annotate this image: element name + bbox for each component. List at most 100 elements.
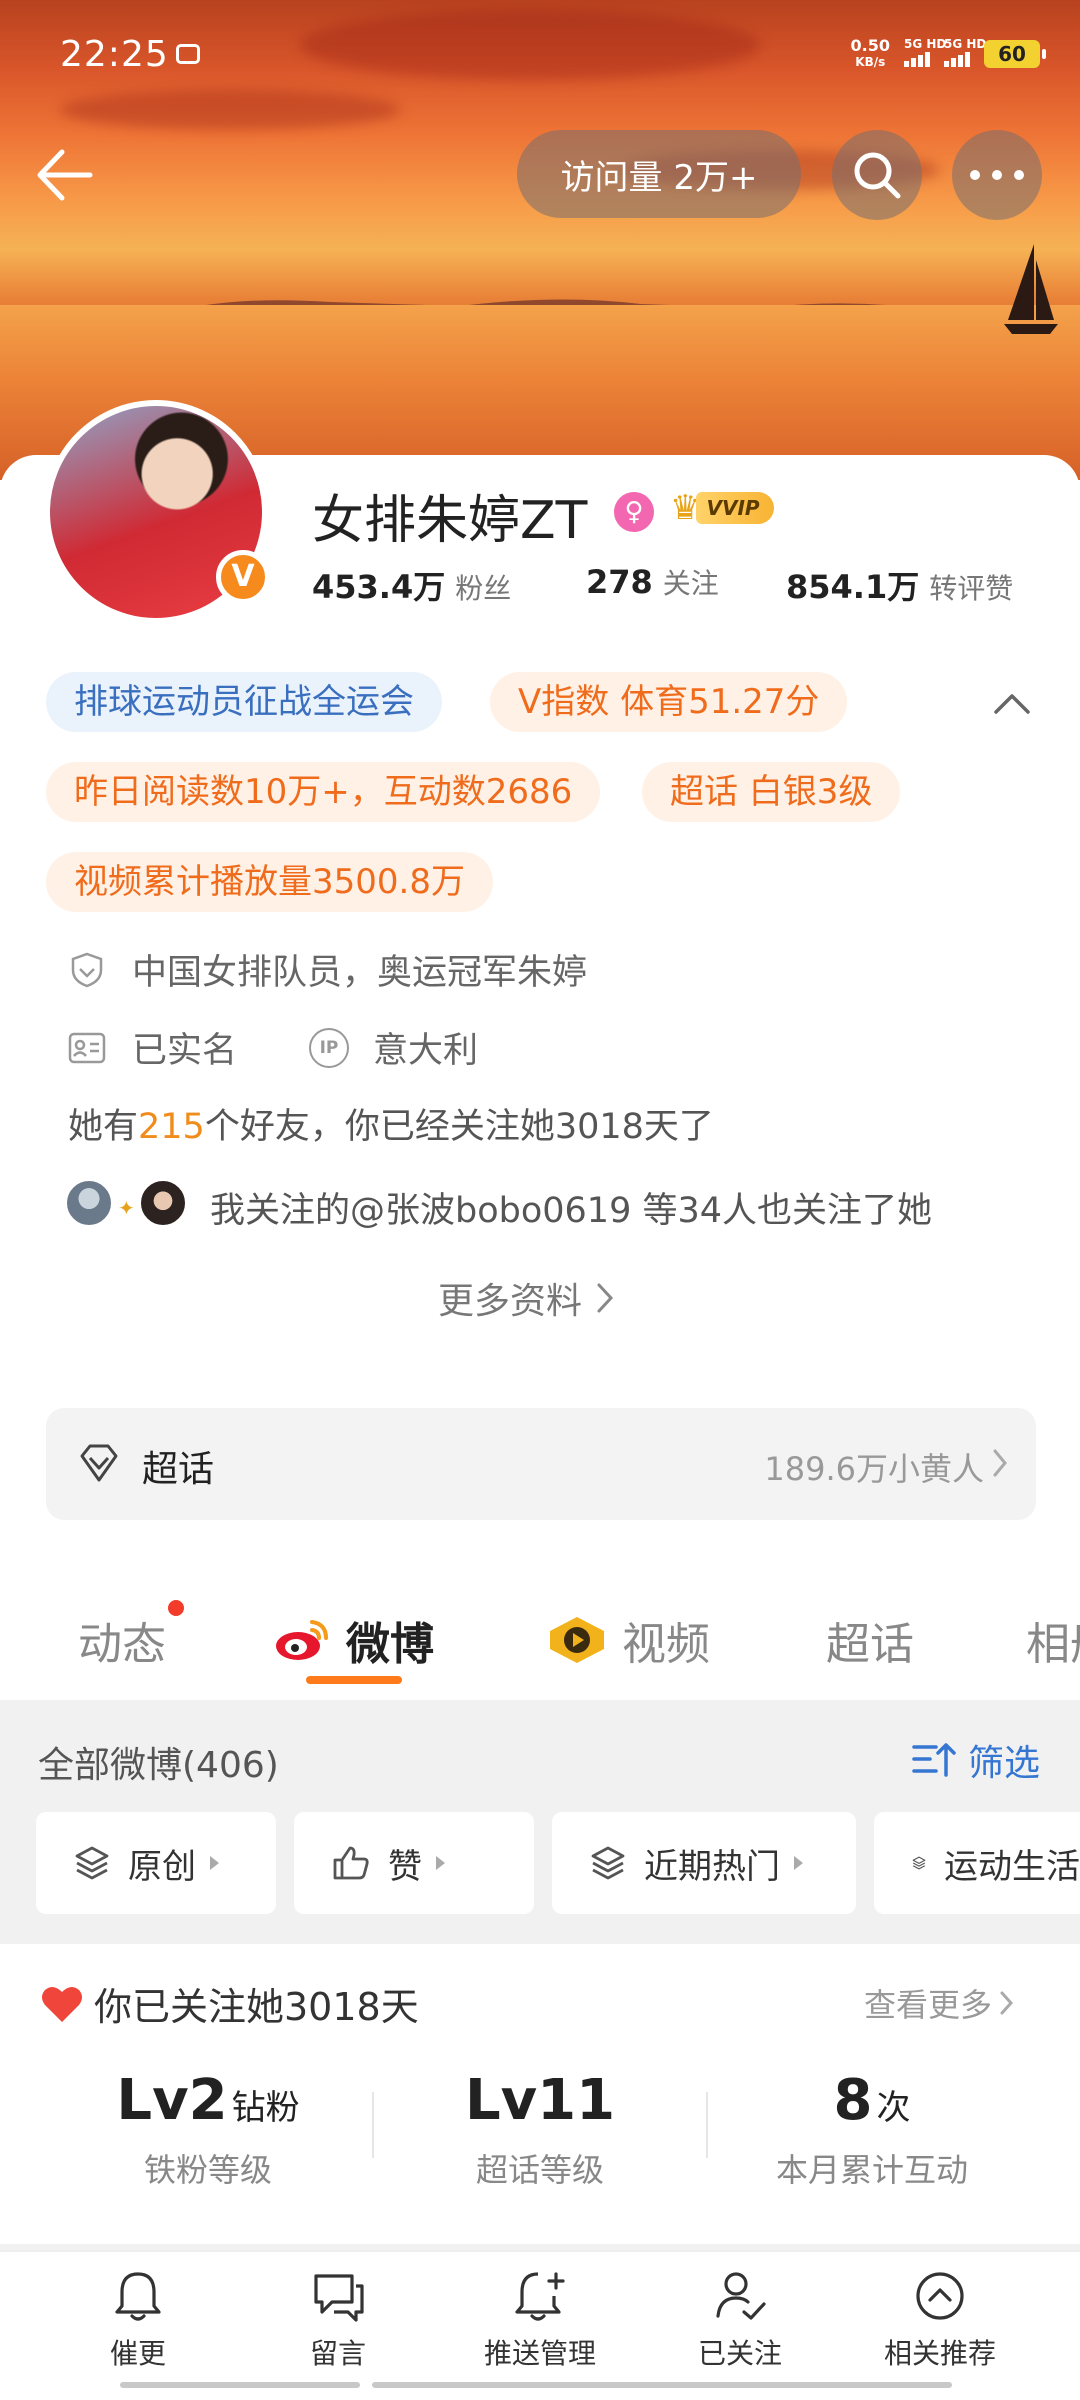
weibo-logo-icon	[276, 1620, 328, 1660]
chevron-right-icon	[597, 1283, 614, 1313]
signal-icon: 5G HD	[904, 37, 946, 67]
ip-icon: IP	[309, 1027, 350, 1068]
chip-hot[interactable]: 近期热门	[552, 1812, 856, 1914]
see-more-label: 查看更多	[864, 1986, 993, 2024]
status-indicators: 0.50 KB/s 5G HD 5G HD 60	[850, 36, 1046, 70]
followed-button[interactable]: 已关注	[660, 2268, 820, 2372]
net-speed-unit: KB/s	[855, 55, 886, 69]
tab-dynamic[interactable]: 动态	[78, 1608, 166, 1672]
tag-reads[interactable]: 昨日阅读数10万+，互动数2686	[46, 762, 601, 822]
chip-sports-life-label: 运动生活	[944, 1846, 1080, 1887]
net-speed-value: 0.50	[850, 36, 890, 55]
more-button[interactable]	[952, 130, 1042, 220]
visits-button[interactable]: 访问量 2万+	[517, 130, 801, 218]
likes-stat[interactable]: 854.1万 转评赞	[786, 562, 1013, 608]
iron-fan-label: 铁粉等级	[143, 2151, 272, 2189]
mutual-avatar	[138, 1178, 188, 1228]
message-button[interactable]: 留言	[258, 2268, 418, 2372]
caret-right-icon	[436, 1856, 445, 1870]
push-settings-button[interactable]: 推送管理	[460, 2268, 620, 2372]
chip-original[interactable]: 原创	[36, 1812, 276, 1914]
tab-video[interactable]: 视频	[546, 1608, 710, 1672]
follow-days-title: 你已关注她3018天	[40, 1976, 419, 2031]
recommend-label: 相关推荐	[883, 2337, 996, 2370]
tab-chaohua[interactable]: 超话	[826, 1608, 914, 1672]
diamond-icon	[80, 1444, 118, 1482]
fans-stat[interactable]: 453.4万 粉丝	[312, 562, 511, 608]
divider	[372, 2092, 374, 2158]
search-button[interactable]	[832, 130, 922, 220]
signal-icon: 5G HD	[944, 37, 986, 67]
vvip-label: VVIP	[696, 492, 774, 524]
bell-icon	[115, 2272, 161, 2321]
chaohua-level[interactable]: Lv11 超话等级	[390, 2068, 690, 2191]
layers-icon	[912, 1856, 926, 1870]
followed-label: 已关注	[697, 2337, 782, 2370]
sim1-label: 5G HD	[904, 37, 947, 51]
tab-related[interactable]: 相册	[1026, 1608, 1080, 1668]
chaohua-entry[interactable]: 超话 189.6万小黄人	[46, 1408, 1036, 1520]
tab-weibo[interactable]: 微博	[272, 1608, 434, 1672]
likes-label: 转评赞	[929, 572, 1014, 605]
recommend-button[interactable]: 相关推荐	[860, 2268, 1020, 2372]
see-more-link[interactable]: 查看更多	[864, 1980, 1014, 2026]
back-arrow-icon[interactable]	[30, 140, 110, 210]
caret-right-icon	[210, 1856, 219, 1870]
sim2-label: 5G HD	[944, 37, 987, 51]
bio-text: 中国女排队员，奥运冠军朱婷	[132, 953, 588, 993]
following-value: 278	[586, 563, 653, 601]
filter-button[interactable]: 筛选	[912, 1734, 1040, 1786]
tag-v-index[interactable]: V指数 体育51.27分	[490, 672, 848, 732]
chip-sports-life[interactable]: 运动生活	[874, 1812, 1080, 1914]
chevron-right-icon	[1000, 1991, 1014, 2015]
tag-video-plays[interactable]: 视频累计播放量3500.8万	[46, 852, 493, 912]
more-info-link[interactable]: 更多资料	[438, 1272, 614, 1324]
chaohua-level-value: Lv11	[464, 2068, 616, 2133]
follow-days-label: 你已关注她3018天	[94, 1985, 419, 2029]
chevron-up-icon[interactable]	[990, 688, 1034, 718]
tab-video-label: 视频	[622, 1619, 710, 1670]
bell-plus-icon	[515, 2272, 565, 2321]
sailboat-icon	[1004, 244, 1058, 334]
search-icon	[854, 152, 901, 199]
status-time: 22:25	[60, 34, 169, 75]
monthly-interactions[interactable]: 8次 本月累计互动	[722, 2068, 1022, 2191]
chaohua-level-label: 超话等级	[475, 2151, 604, 2189]
more-dots-icon	[970, 170, 1024, 180]
user-check-icon	[716, 2272, 766, 2320]
home-indicator	[120, 2382, 360, 2388]
chip-likes[interactable]: 赞	[294, 1812, 534, 1914]
verified-badge: V	[216, 550, 270, 604]
iron-fan-unit: 钻粉	[231, 2088, 300, 2128]
fans-label: 粉丝	[455, 572, 512, 605]
realname-line: 已实名 IP 意大利	[68, 1022, 478, 1073]
chat-bubble-icon	[314, 2274, 364, 2322]
following-label: 关注	[662, 567, 719, 600]
friends-line[interactable]: 她有215个好友，你已经关注她3018天了	[68, 1098, 714, 1149]
vvip-badge[interactable]: ♛ VVIP	[670, 488, 774, 528]
likes-value: 854.1万	[786, 568, 920, 606]
chaohua-count: 189.6万小黄人	[764, 1450, 984, 1488]
username: 女排朱婷ZT	[312, 491, 588, 551]
mutual-avatar	[64, 1178, 114, 1228]
status-bar: 22:25 0.50 KB/s 5G HD 5G HD 60	[0, 0, 1080, 110]
feed-count: 全部微博(406)	[38, 1745, 279, 1786]
iron-fan-level[interactable]: Lv2 钻粉 铁粉等级	[58, 2068, 358, 2191]
layers-icon	[75, 1846, 109, 1880]
star-icon: ✦	[118, 1196, 135, 1220]
notification-dot	[168, 1600, 184, 1616]
remind-label: 催更	[109, 2337, 166, 2370]
filter-label: 筛选	[968, 1743, 1041, 1784]
chip-original-label: 原创	[128, 1846, 196, 1887]
tag-chaohua-level[interactable]: 超话 白银3级	[642, 762, 901, 822]
mutual-follow-text[interactable]: 我关注的@张波bobo0619 等34人也关注了她	[210, 1182, 932, 1233]
chip-likes-label: 赞	[388, 1846, 422, 1887]
iron-fan-value: Lv2	[116, 2068, 228, 2133]
following-stat[interactable]: 278 关注	[586, 562, 719, 602]
more-info-label: 更多资料	[438, 1281, 583, 1322]
remind-button[interactable]: 催更	[58, 2268, 218, 2372]
interactions-label: 本月累计互动	[775, 2151, 968, 2189]
tab-related-clip: 相册	[1026, 1608, 1080, 1668]
tag-event[interactable]: 排球运动员征战全运会	[46, 672, 442, 732]
thumbs-up-icon	[333, 1846, 369, 1880]
